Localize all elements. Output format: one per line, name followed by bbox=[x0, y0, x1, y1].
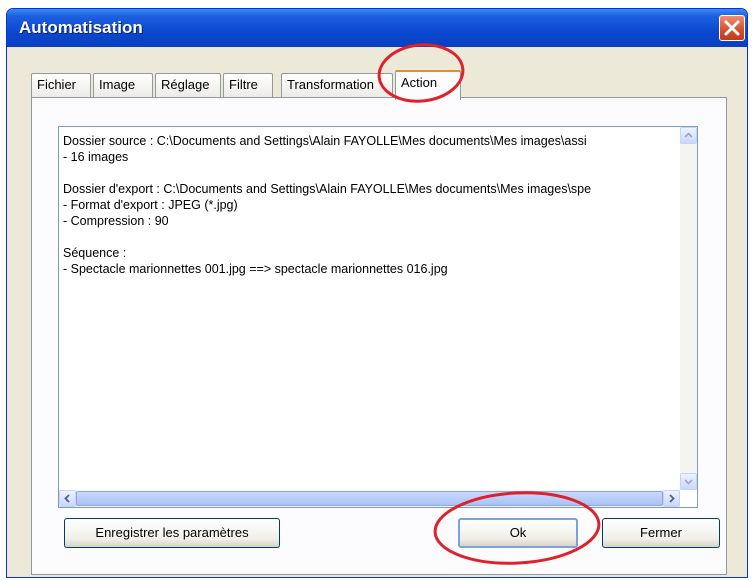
tab-action[interactable]: Action bbox=[395, 70, 461, 100]
save-settings-button[interactable]: Enregistrer les paramètres bbox=[64, 518, 280, 548]
tab-panel-action: Dossier source : C:\Documents and Settin… bbox=[31, 97, 727, 575]
vertical-scrollbar[interactable] bbox=[680, 127, 697, 490]
horizontal-scroll-thumb[interactable] bbox=[76, 491, 663, 506]
scroll-left-icon[interactable] bbox=[59, 490, 76, 507]
window-title: Automatisation bbox=[19, 18, 143, 37]
close-icon[interactable] bbox=[719, 15, 745, 41]
tab-fichier[interactable]: Fichier bbox=[31, 73, 91, 97]
tab-label: Fichier bbox=[37, 77, 77, 92]
scroll-right-icon[interactable] bbox=[663, 490, 680, 507]
ok-button[interactable]: Ok bbox=[458, 518, 578, 548]
scroll-down-icon[interactable] bbox=[680, 473, 697, 490]
tab-filtre[interactable]: Filtre bbox=[223, 73, 273, 97]
tab-reglage[interactable]: Réglage bbox=[155, 73, 221, 97]
tab-label: Image bbox=[99, 77, 136, 92]
summary-text: Dossier source : C:\Documents and Settin… bbox=[63, 134, 592, 276]
automation-dialog: Automatisation Fichier Image Réglage Fil… bbox=[6, 8, 748, 578]
tab-label: Action bbox=[401, 75, 438, 90]
tab-label: Filtre bbox=[229, 77, 258, 92]
horizontal-scrollbar[interactable] bbox=[59, 490, 680, 507]
close-button[interactable]: Fermer bbox=[602, 518, 720, 548]
tab-image[interactable]: Image bbox=[93, 73, 153, 97]
scroll-up-icon[interactable] bbox=[680, 127, 697, 144]
tab-label: Réglage bbox=[161, 77, 210, 92]
title-bar[interactable]: Automatisation bbox=[7, 9, 747, 47]
summary-textarea[interactable]: Dossier source : C:\Documents and Settin… bbox=[58, 126, 698, 508]
tab-label: Transformation bbox=[287, 77, 374, 92]
tab-transformation[interactable]: Transformation bbox=[281, 73, 393, 97]
